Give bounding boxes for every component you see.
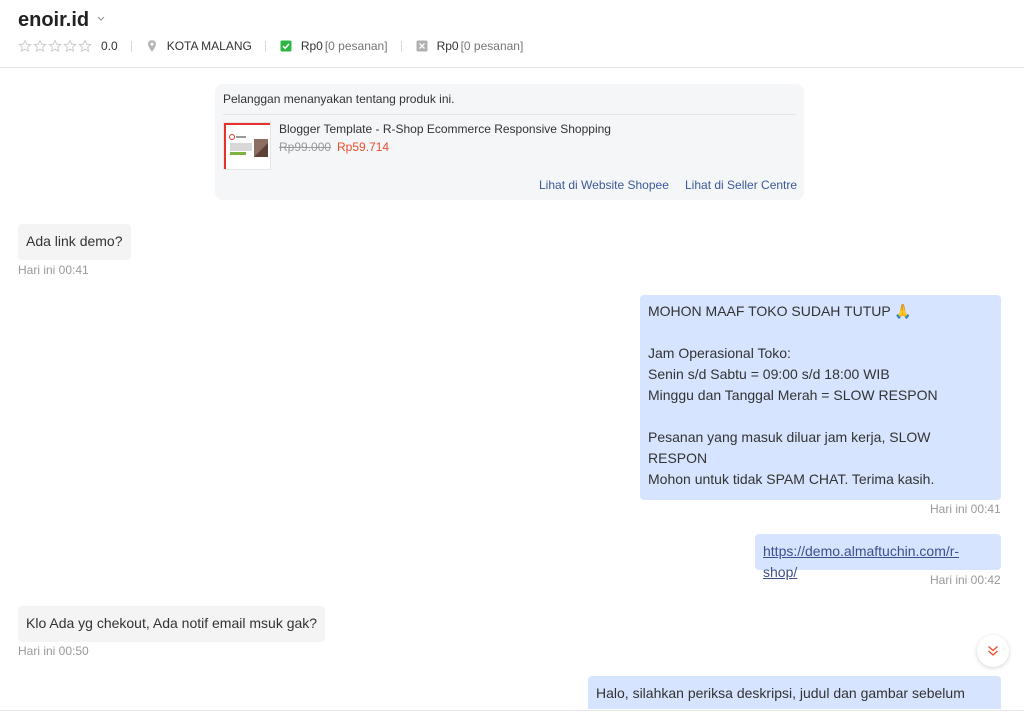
message-bubble-outgoing[interactable]: MOHON MAAF TOKO SUDAH TUTUP 🙏 Jam Operas…	[640, 295, 1001, 500]
product-card-title: Pelanggan menanyakan tentang produk ini.	[223, 92, 455, 106]
message-line: Jam Operasional Toko:	[648, 345, 791, 361]
message-line	[648, 322, 993, 343]
message-timestamp: Hari ini 00:50	[18, 644, 89, 658]
check-box-icon	[280, 40, 292, 52]
location-pin-icon	[147, 40, 156, 52]
message-line: Mohon untuk tidak SPAM CHAT. Terima kasi…	[648, 471, 935, 487]
star-empty-icon	[18, 39, 32, 53]
double-chevron-down-icon	[988, 645, 998, 656]
message-text: Ada link demo?	[26, 233, 123, 249]
message-bubble-incoming[interactable]: Ada link demo?	[18, 224, 131, 260]
message-bubble-outgoing[interactable]: Halo, silahkan periksa deskripsi, judul …	[588, 676, 1001, 709]
divider	[264, 40, 266, 52]
message-line: MOHON MAAF TOKO SUDAH TUTUP 🙏	[648, 303, 912, 319]
product-inquiry-card: Pelanggan menanyakan tentang produk ini.…	[215, 84, 804, 200]
divider	[223, 114, 796, 115]
view-in-seller-centre-link[interactable]: Lihat di Seller Centre	[685, 178, 797, 192]
message-bubble-incoming[interactable]: Klo Ada yg chekout, Ada notif email msuk…	[18, 606, 326, 642]
message-line	[648, 406, 993, 427]
shop-meta: 0.0 KOTA MALANG Rp0 [0 pesanan] Rp0 [0 p…	[18, 37, 523, 55]
completed-amount: Rp0	[300, 39, 323, 53]
divider	[400, 40, 402, 52]
message-line: Pesanan yang masuk diluar jam kerja, SLO…	[648, 429, 931, 466]
product-name[interactable]: Blogger Template - R-Shop Ecommerce Resp…	[279, 122, 611, 136]
message-timestamp: Hari ini 00:41	[930, 502, 1001, 516]
star-empty-icon	[48, 39, 62, 53]
rating-value: 0.0	[101, 39, 118, 53]
message-text: Klo Ada yg chekout, Ada notif email msuk…	[26, 615, 318, 631]
star-empty-icon	[78, 39, 92, 53]
chat-header: enoir.id 0.0 KOTA MALANG Rp0 [0 pesanan]	[0, 0, 1024, 68]
view-on-shopee-link[interactable]: Lihat di Website Shopee	[539, 178, 669, 192]
shop-name[interactable]: enoir.id	[18, 9, 89, 32]
message-timestamp: Hari ini 00:41	[18, 263, 89, 277]
rating-stars	[18, 39, 92, 53]
completed-orders: [0 pesanan]	[324, 39, 388, 53]
star-empty-icon	[33, 39, 47, 53]
shop-location: KOTA MALANG	[166, 39, 252, 53]
product-image-icon	[224, 123, 270, 169]
product-new-price: Rp59.714	[337, 140, 390, 154]
cancelled-orders: [0 pesanan]	[460, 39, 524, 53]
product-thumbnail[interactable]	[223, 122, 271, 170]
cancel-box-icon	[416, 40, 428, 52]
message-text: Halo, silahkan periksa deskripsi, judul …	[596, 685, 965, 701]
chevron-down-icon[interactable]	[96, 13, 106, 23]
message-timestamp: Hari ini 00:42	[930, 573, 1001, 587]
message-line: Minggu dan Tanggal Merah = SLOW RESPON	[648, 387, 938, 403]
cancelled-amount: Rp0	[436, 39, 459, 53]
chat-messages[interactable]: Pelanggan menanyakan tentang produk ini.…	[0, 69, 1024, 709]
divider	[0, 710, 1024, 711]
message-line: Senin s/d Sabtu = 09:00 s/d 18:00 WIB	[648, 366, 890, 382]
message-bubble-outgoing[interactable]: https://demo.almaftuchin.com/r-shop/	[755, 534, 1001, 580]
divider	[130, 40, 132, 52]
star-empty-icon	[63, 39, 77, 53]
product-old-price: Rp99.000	[279, 140, 332, 154]
scroll-to-bottom-button[interactable]	[977, 635, 1009, 667]
